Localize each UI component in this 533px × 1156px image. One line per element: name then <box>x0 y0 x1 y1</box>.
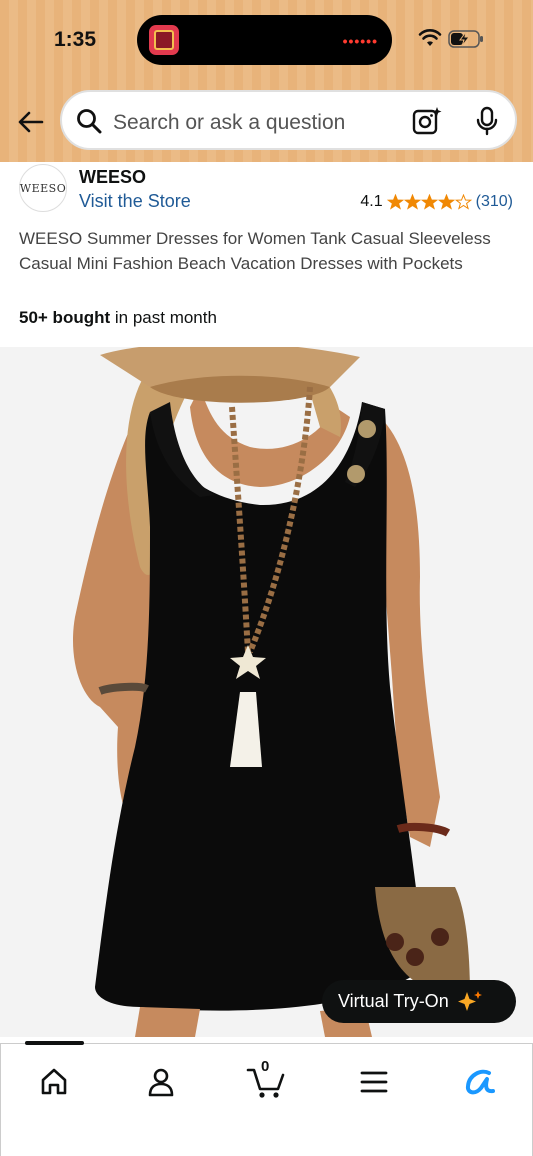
virtual-try-on-button[interactable]: Virtual Try-On <box>322 980 516 1023</box>
store-name: WEESO <box>79 167 147 187</box>
battery-charging-icon <box>448 30 483 48</box>
nav-menu[interactable] <box>354 1062 394 1102</box>
dynamic-island[interactable]: •••••• <box>137 15 392 65</box>
cart-count: 0 <box>261 1058 270 1075</box>
nav-home[interactable] <box>34 1062 74 1102</box>
status-icons <box>418 28 488 50</box>
bought-count-suffix: in past month <box>110 308 217 327</box>
search-bar[interactable]: Search or ask a question <box>60 90 517 150</box>
account-icon <box>148 1068 174 1097</box>
visit-store-link[interactable]: Visit the Store <box>79 191 191 212</box>
wifi-icon <box>418 29 442 46</box>
app-header: 1:35 •••••• Search or ask a question <box>0 0 533 162</box>
rating-value: 4.1 <box>360 193 383 210</box>
store-logo[interactable]: WEESO <box>19 164 67 212</box>
nav-cart[interactable]: 0 <box>246 1058 286 1102</box>
product-title: WEESO Summer Dresses for Women Tank Casu… <box>19 229 491 273</box>
microphone-icon[interactable] <box>475 106 499 136</box>
star-icon <box>420 194 438 210</box>
bottom-nav: 0 <box>0 1041 533 1156</box>
status-time: 1:35 <box>54 28 97 51</box>
rufus-ai-icon <box>465 1069 495 1095</box>
star-icon <box>454 194 472 210</box>
bought-count-value: 50+ bought <box>19 308 111 327</box>
rating-summary[interactable]: 4.1 (310) <box>360 193 513 211</box>
search-input[interactable]: Search or ask a question <box>113 111 345 135</box>
active-tab-indicator <box>25 1041 84 1045</box>
now-playing-app-icon <box>149 25 179 55</box>
home-icon <box>41 1068 67 1095</box>
product-photo <box>72 347 470 1037</box>
rating-count-link[interactable]: (310) <box>476 193 513 211</box>
star-rating <box>386 194 472 210</box>
camera-lens-icon[interactable] <box>412 106 442 136</box>
sparkle-icon <box>457 990 482 1011</box>
store-logo-text: WEESO <box>19 181 67 195</box>
virtual-try-on-label: Virtual Try-On <box>338 991 449 1011</box>
product-image[interactable]: Virtual Try-On <box>0 347 533 1037</box>
nav-rufus[interactable] <box>460 1062 500 1102</box>
star-icon <box>437 194 455 210</box>
menu-icon <box>360 1071 388 1093</box>
bought-count: 50+ bought in past month <box>19 308 217 328</box>
nav-account[interactable] <box>141 1062 181 1102</box>
star-icon <box>403 194 421 210</box>
search-icon <box>77 109 102 134</box>
star-icon <box>386 194 404 210</box>
back-arrow-icon[interactable] <box>16 107 46 137</box>
recording-indicator: •••••• <box>342 33 378 49</box>
